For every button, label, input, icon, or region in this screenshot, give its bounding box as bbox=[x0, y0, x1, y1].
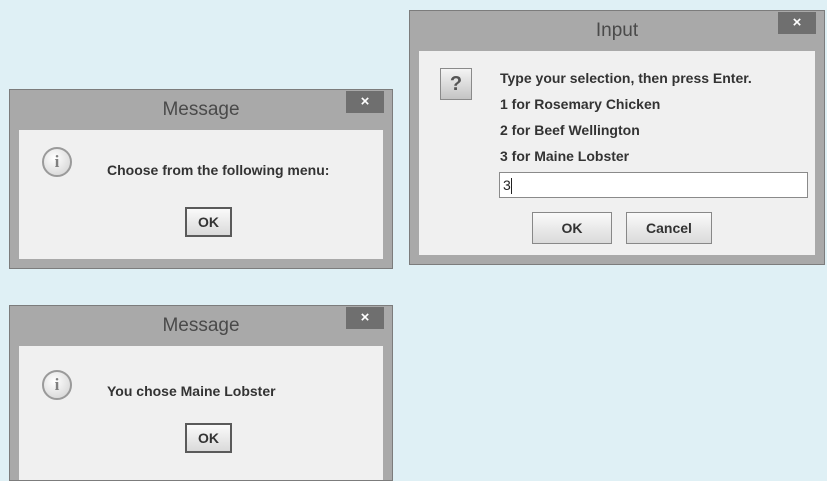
info-icon: i bbox=[42, 147, 72, 177]
close-button[interactable]: × bbox=[346, 307, 384, 329]
ok-button[interactable]: OK bbox=[532, 212, 612, 244]
dialog-body: ? Type your selection, then press Enter.… bbox=[419, 51, 815, 255]
dialog-message: You chose Maine Lobster bbox=[107, 383, 276, 399]
result-message-dialog: Message × i You chose Maine Lobster OK bbox=[9, 305, 393, 481]
close-button[interactable]: × bbox=[346, 91, 384, 113]
prompt-line-2: 1 for Rosemary Chicken bbox=[500, 96, 661, 112]
dialog-title: Message bbox=[162, 315, 240, 336]
prompt-line-1: Type your selection, then press Enter. bbox=[500, 70, 752, 86]
dialog-title: Input bbox=[595, 20, 639, 41]
dialog-body: i Choose from the following menu: OK bbox=[19, 130, 383, 259]
ok-button[interactable]: OK bbox=[185, 207, 232, 237]
text-caret bbox=[510, 178, 512, 195]
prompt-line-4: 3 for Maine Lobster bbox=[500, 148, 630, 164]
ok-button[interactable]: OK bbox=[185, 423, 232, 453]
input-dialog: Input × ? Type your selection, then pres… bbox=[409, 10, 825, 265]
info-icon: i bbox=[42, 370, 72, 400]
close-button[interactable]: × bbox=[778, 12, 816, 34]
prompt-line-3: 2 for Beef Wellington bbox=[500, 122, 640, 138]
selection-input-value: 3 bbox=[503, 177, 511, 193]
dialog-title: Message bbox=[162, 99, 240, 120]
cancel-button[interactable]: Cancel bbox=[626, 212, 712, 244]
menu-message-dialog: Message × i Choose from the following me… bbox=[9, 89, 393, 269]
question-icon: ? bbox=[440, 68, 472, 100]
dialog-body: i You chose Maine Lobster OK bbox=[19, 346, 383, 480]
selection-input[interactable]: 3 bbox=[499, 172, 808, 198]
dialog-message: Choose from the following menu: bbox=[107, 162, 330, 178]
